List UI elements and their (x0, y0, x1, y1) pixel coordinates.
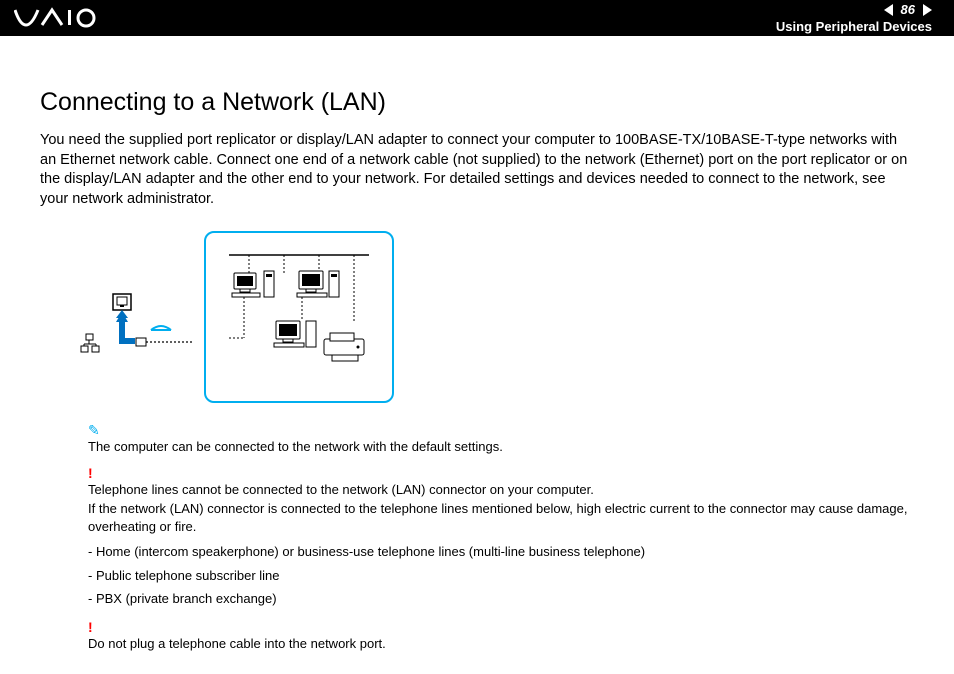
warning1-line1: Telephone lines cannot be connected to t… (88, 481, 914, 499)
page-title: Connecting to a Network (LAN) (40, 88, 914, 117)
section-title: Using Peripheral Devices (776, 19, 932, 34)
lan-network-frame (204, 231, 394, 403)
list-item: - Home (intercom speakerphone) or busine… (88, 543, 914, 561)
vaio-logo (14, 7, 110, 29)
nav-next-icon[interactable] (923, 4, 932, 16)
warning1-line2: If the network (LAN) connector is connec… (88, 500, 914, 535)
intro-paragraph: You need the supplied port replicator or… (40, 131, 914, 209)
nav-prev-icon[interactable] (884, 4, 893, 16)
network-diagram (76, 231, 914, 403)
adapter-connector-graphic (76, 272, 196, 362)
page-number: 86 (901, 2, 915, 17)
top-bar: 86 Using Peripheral Devices (0, 0, 954, 36)
warning2-text: Do not plug a telephone cable into the n… (88, 635, 914, 653)
vaio-logo-svg (14, 7, 110, 29)
list-item: - Public telephone subscriber line (88, 567, 914, 585)
telephone-line-list: - Home (intercom speakerphone) or busine… (88, 543, 914, 608)
page-content: Connecting to a Network (LAN) You need t… (0, 36, 954, 652)
list-item: - PBX (private branch exchange) (88, 590, 914, 608)
topbar-right: 86 Using Peripheral Devices (776, 2, 932, 34)
pen-note-text: The computer can be connected to the net… (88, 438, 914, 456)
notes-block: ✎ The computer can be connected to the n… (88, 421, 914, 652)
